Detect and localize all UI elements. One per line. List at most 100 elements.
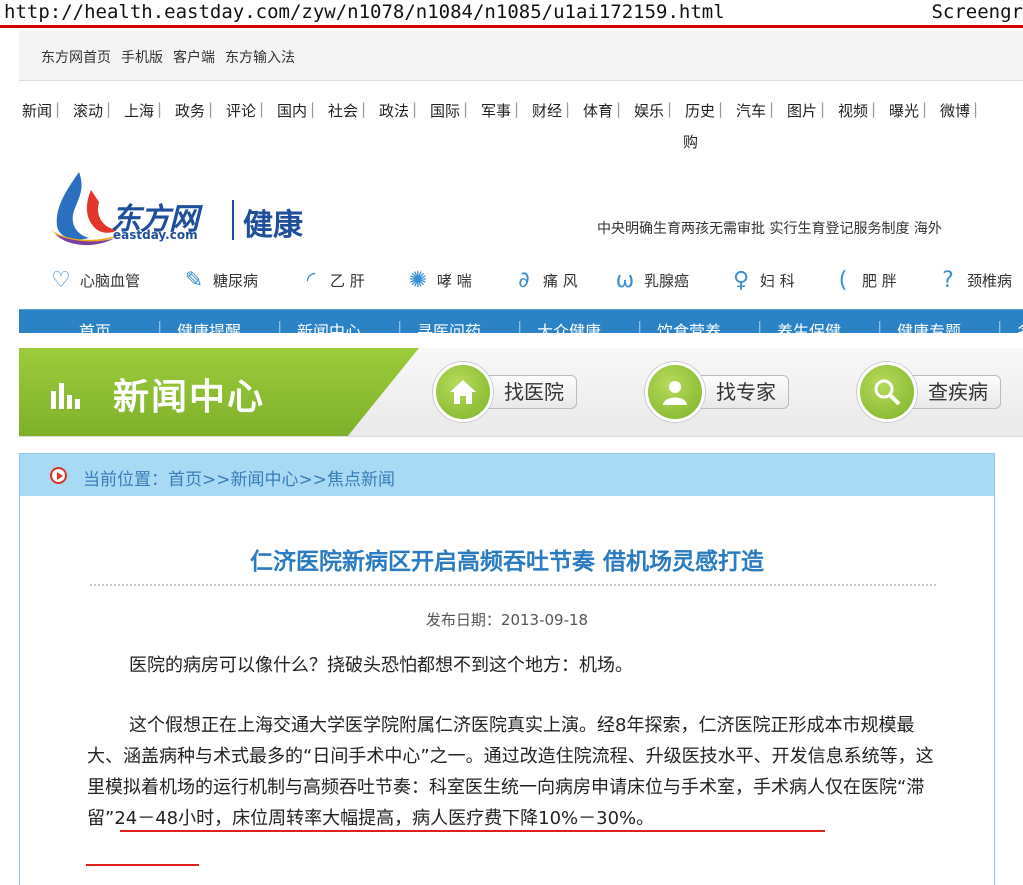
channel-item-9[interactable]: 军事 [481, 100, 511, 121]
breadcrumb-bar: 当前位置：首页>>新闻中心>>焦点新闻 [20, 454, 994, 496]
main-nav-separator: | [517, 318, 523, 333]
main-nav-item-3[interactable]: 寻医问药 [417, 318, 481, 333]
top-link-0[interactable]: 东方网首页 [41, 50, 111, 66]
article-container: 当前位置：首页>>新闻中心>>焦点新闻 仁济医院新病区开启高频吞吐节奏 借机场灵… [19, 453, 995, 885]
logo-section: 健康 [243, 208, 303, 243]
channel-item-15[interactable]: 图片 [787, 100, 817, 121]
url-text[interactable]: http://health.eastday.com/zyw/n1078/n108… [4, 1, 725, 23]
channel-separator: | [973, 100, 979, 118]
article-paragraph-1: 医院的病房可以像什么？挠破头恐怕都想不到这个地方：机场。 [129, 655, 633, 676]
channel-item-5[interactable]: 国内 [277, 100, 307, 121]
foot-icon: ∂ [518, 267, 530, 293]
channel-separator: | [769, 100, 775, 118]
head-icon: ? [942, 267, 954, 293]
channel-separator: | [310, 100, 316, 118]
main-nav-item-8[interactable]: 名 [1017, 318, 1023, 333]
channel-item-13[interactable]: 历史 [685, 100, 715, 121]
channel-separator: | [616, 100, 622, 118]
channel-item-1[interactable]: 滚动 [73, 100, 103, 121]
category-label: 痛 风 [543, 271, 578, 290]
channel-item-10[interactable]: 财经 [532, 100, 562, 121]
category-item-5[interactable]: ω 乳腺癌 [612, 262, 689, 298]
annotation-underline-2 [86, 864, 199, 866]
category-item-0[interactable]: ♡ 心脑血管 [48, 262, 140, 298]
screengrab-label: Screengr [931, 1, 1023, 23]
search-icon [857, 362, 917, 422]
main-nav-separator: | [157, 318, 163, 333]
top-link-3[interactable]: 东方输入法 [225, 50, 295, 66]
category-label: 糖尿病 [213, 271, 259, 290]
search-disease-label: 查疾病 [907, 375, 1001, 409]
headline-ticker[interactable]: 中央明确生育两孩无需审批 实行生育登记服务制度 海外 [597, 218, 942, 238]
channel-item-18[interactable]: 微博 [940, 100, 970, 121]
main-nav-separator: | [397, 318, 403, 333]
category-item-1[interactable]: ✎ 糖尿病 [181, 262, 258, 298]
main-nav-item-6[interactable]: 养生保健 [777, 318, 841, 333]
channel-item-0[interactable]: 新闻 [22, 100, 52, 121]
top-link-1[interactable]: 手机版 [121, 50, 163, 66]
main-nav-item-7[interactable]: 健康专题 [897, 318, 961, 333]
channel-item-2[interactable]: 上海 [124, 100, 154, 121]
channel-item-14[interactable]: 汽车 [736, 100, 766, 121]
channel-item-17[interactable]: 曝光 [889, 100, 919, 121]
channel-separator: | [361, 100, 367, 118]
channel-wrap-item[interactable]: 购 [683, 131, 698, 152]
address-bar[interactable]: http://health.eastday.com/zyw/n1078/n108… [0, 0, 1023, 28]
liver-icon: ◜ [306, 267, 316, 293]
channel-separator: | [871, 100, 877, 118]
category-item-8[interactable]: ? 颈椎病 [935, 262, 1012, 298]
find-hospital-label: 找医院 [483, 375, 577, 409]
category-label: 妇 科 [760, 271, 795, 290]
channel-item-3[interactable]: 政务 [175, 100, 205, 121]
category-item-3[interactable]: ✺ 哮 喘 [405, 262, 472, 298]
publish-date-value: 2013-09-18 [500, 611, 589, 629]
channel-separator: | [922, 100, 928, 118]
main-nav-item-5[interactable]: 饮食营养 [657, 318, 721, 333]
main-nav-item-1[interactable]: 健康提醒 [177, 318, 241, 333]
publish-date-label: 发布日期： [425, 611, 501, 629]
home-icon [433, 362, 493, 422]
main-nav-item-4[interactable]: 大众健康 [537, 318, 601, 333]
category-label: 乳腺癌 [644, 271, 690, 290]
category-item-6[interactable]: ♀ 妇 科 [728, 262, 795, 298]
logo-divider [232, 200, 234, 240]
category-item-7[interactable]: ( 肥 胖 [830, 262, 897, 298]
heart-icon: ♡ [51, 267, 71, 293]
category-nav: ♡ 心脑血管 ✎ 糖尿病 ◜ 乙 肝 ✺ 哮 喘 ∂ 痛 风 ω 乳腺癌 ♀ 妇 科 ( 肥 胖? 颈椎病 [0, 262, 1023, 300]
logo-brand-en: eastday.com [113, 228, 198, 242]
main-nav: 首页 | 健康提醒 | 新闻中心 | 寻医问药 | 大众健康 | 饮食营养 | 养生保健 | 健康专题 | 名 [19, 309, 1023, 333]
channel-item-11[interactable]: 体育 [583, 100, 613, 121]
breast-icon: ω [615, 267, 635, 293]
channel-item-7[interactable]: 政法 [379, 100, 409, 121]
category-label: 肥 胖 [862, 271, 897, 290]
channel-separator: | [259, 100, 265, 118]
category-item-4[interactable]: ∂ 痛 风 [511, 262, 578, 298]
main-nav-item-2[interactable]: 新闻中心 [297, 318, 361, 333]
main-nav-separator: | [637, 318, 643, 333]
channel-separator: | [55, 100, 61, 118]
channel-item-16[interactable]: 视频 [838, 100, 868, 121]
channel-separator: | [208, 100, 214, 118]
category-label: 颈椎病 [967, 271, 1013, 290]
section-title: 新闻中心 [113, 377, 266, 418]
channel-separator: | [106, 100, 112, 118]
main-nav-item-0[interactable]: 首页 [79, 318, 111, 333]
channel-item-6[interactable]: 社会 [328, 100, 358, 121]
article-paragraph-2: 这个假想正在上海交通大学医学院附属仁济医院真实上演。经8年探索，仁济医院正形成本… [87, 715, 934, 829]
section-banner: 新闻中心 找医院 找专家 查疾病 [19, 348, 1023, 437]
channel-item-8[interactable]: 国际 [430, 100, 460, 121]
category-label: 乙 肝 [330, 271, 365, 290]
syringe-icon: ✎ [184, 267, 204, 293]
body-icon: ( [838, 267, 848, 293]
category-label: 哮 喘 [437, 271, 472, 290]
breadcrumb[interactable]: 当前位置：首页>>新闻中心>>焦点新闻 [83, 465, 395, 490]
top-link-2[interactable]: 客户端 [173, 50, 215, 66]
site-logo[interactable]: 东方网 eastday.com 健康 [45, 168, 325, 248]
category-item-2[interactable]: ◜ 乙 肝 [298, 262, 365, 298]
top-link-bar: 东方网首页 手机版 客户端 东方输入法 [19, 31, 1023, 81]
channel-item-4[interactable]: 评论 [226, 100, 256, 121]
channel-item-12[interactable]: 娱乐 [634, 100, 664, 121]
title-divider [90, 584, 936, 586]
publish-date: 发布日期：2013-09-18 [20, 609, 994, 630]
channel-separator: | [463, 100, 469, 118]
